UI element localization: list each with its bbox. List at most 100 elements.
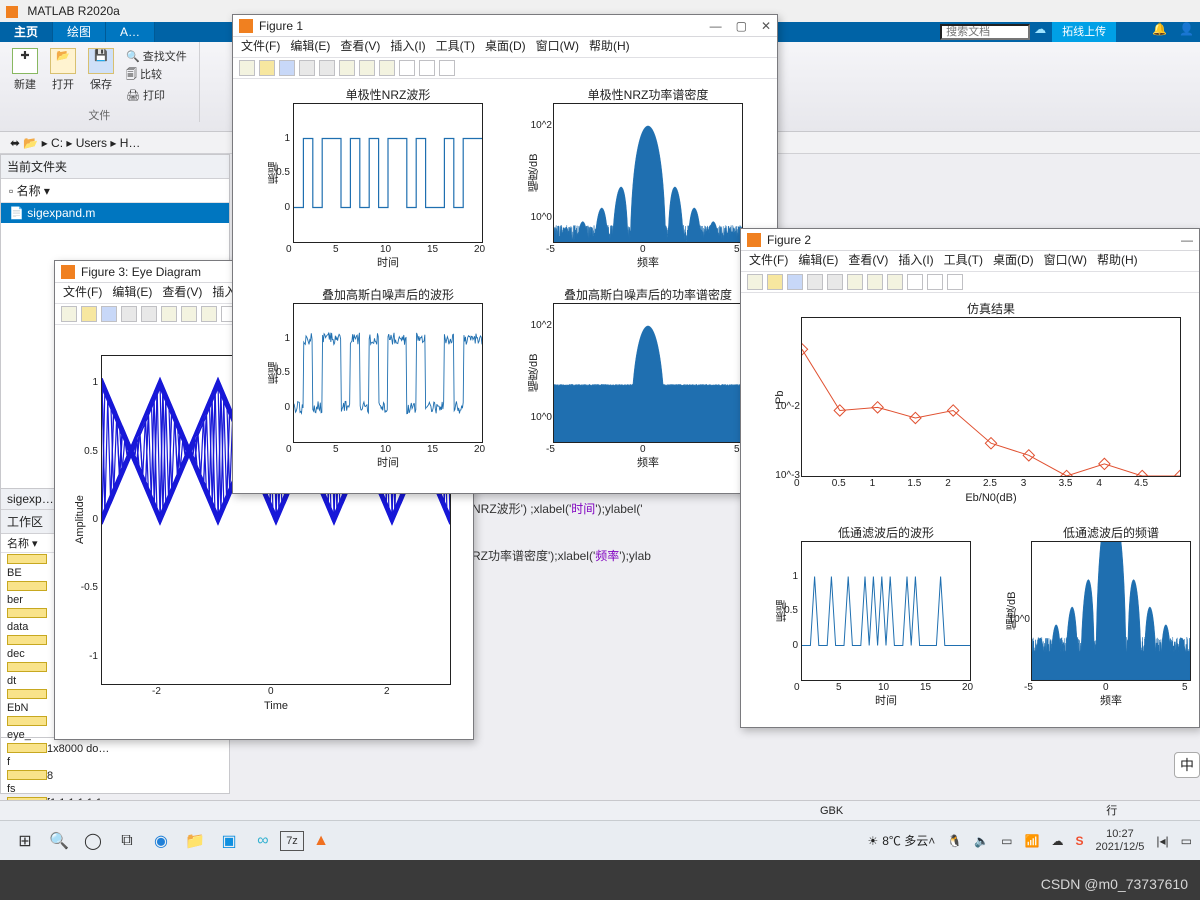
tray-app-icon[interactable]: |◂| [1156, 834, 1168, 848]
tab-home[interactable]: 主页 [0, 22, 53, 42]
menu-item[interactable]: 桌面(D) [993, 251, 1034, 271]
explorer-icon[interactable]: 📁 [178, 826, 212, 856]
menu-item[interactable]: 窗口(W) [536, 37, 579, 57]
menu-item[interactable]: 查看(V) [848, 251, 888, 271]
notification-icon[interactable]: ▭ [1181, 834, 1192, 848]
minimize-icon[interactable]: — [1181, 233, 1193, 247]
close-icon[interactable]: ✕ [761, 19, 771, 33]
menu-item[interactable]: 文件(F) [749, 251, 788, 271]
toolbar-icon[interactable] [827, 274, 843, 290]
toolbar-icon[interactable] [141, 306, 157, 322]
toolbar-icon[interactable] [399, 60, 415, 76]
start-icon[interactable]: ⊞ [8, 826, 42, 856]
toolbar-icon[interactable] [201, 306, 217, 322]
ribbon-group-label: 文件 [12, 107, 187, 123]
menu-item[interactable]: 窗口(W) [1044, 251, 1087, 271]
search-icon[interactable]: 🔍 [42, 826, 76, 856]
toolbar-icon[interactable] [259, 60, 275, 76]
toolbar-icon[interactable] [121, 306, 137, 322]
tray-volume-icon[interactable]: 🔈 [974, 834, 989, 848]
app-icon[interactable]: ∞ [246, 826, 280, 856]
tray-cloud-icon[interactable]: ☁ [1051, 834, 1063, 848]
toolbar-icon[interactable] [907, 274, 923, 290]
print-button[interactable]: 🖨 打印 [126, 87, 187, 103]
menu-item[interactable]: 帮助(H) [1097, 251, 1138, 271]
toolbar-icon[interactable] [181, 306, 197, 322]
ime-indicator[interactable]: 中 [1174, 752, 1200, 778]
toolbar-icon[interactable] [101, 306, 117, 322]
menu-item[interactable]: 查看(V) [162, 283, 202, 303]
ax21-xlabel: 时间 [294, 454, 482, 470]
notif-icon[interactable]: 🔔 [1146, 22, 1173, 42]
menu-item[interactable]: 文件(F) [63, 283, 102, 303]
toolbar-icon[interactable] [299, 60, 315, 76]
save-button[interactable]: 💾保存 [88, 46, 114, 103]
toolbar-icon[interactable] [279, 60, 295, 76]
weather-widget[interactable]: ☀8℃ 多云 [867, 832, 928, 849]
toolbar-icon[interactable] [767, 274, 783, 290]
app-icon[interactable]: ▣ [212, 826, 246, 856]
menu-item[interactable]: 工具(T) [944, 251, 983, 271]
compare-button[interactable]: 🗐 比较 [126, 66, 187, 85]
menu-item[interactable]: 编辑(E) [798, 251, 838, 271]
toolbar-icon[interactable] [747, 274, 763, 290]
tab-apps[interactable]: A… [106, 22, 155, 42]
matlab-taskbar-icon[interactable]: ▲ [304, 826, 338, 856]
toolbar-icon[interactable] [887, 274, 903, 290]
minimize-icon[interactable]: — [710, 19, 722, 33]
toolbar-icon[interactable] [379, 60, 395, 76]
menu-item[interactable]: 帮助(H) [589, 37, 630, 57]
menu-item[interactable]: 工具(T) [436, 37, 475, 57]
menu-item[interactable]: 编辑(E) [290, 37, 330, 57]
ax2b2-title: 低通滤波后的频谱 [1032, 524, 1190, 541]
toolbar-icon[interactable] [161, 306, 177, 322]
menu-item[interactable]: 编辑(E) [112, 283, 152, 303]
menu-item[interactable]: 文件(F) [241, 37, 280, 57]
tray-chevron-icon[interactable]: ˄ [928, 834, 935, 848]
cortana-icon[interactable]: ◯ [76, 826, 110, 856]
toolbar-icon[interactable] [339, 60, 355, 76]
menu-item[interactable]: 桌面(D) [485, 37, 526, 57]
tray-wifi-icon[interactable]: 📶 [1024, 834, 1039, 848]
toolbar-icon[interactable] [947, 274, 963, 290]
name-col[interactable]: 名称 ▾ [17, 184, 50, 198]
edge-icon[interactable]: ◉ [144, 826, 178, 856]
taskview-icon[interactable]: ⧉ [110, 826, 144, 856]
toolbar-icon[interactable] [81, 306, 97, 322]
workspace-row[interactable]: f1x8000 do… [1, 742, 229, 769]
toolbar-icon[interactable] [61, 306, 77, 322]
toolbar-icon[interactable] [439, 60, 455, 76]
clock[interactable]: 10:272021/12/5 [1095, 828, 1144, 854]
tray-battery-icon[interactable]: ▭ [1001, 834, 1012, 848]
figure1-window[interactable]: Figure 1 —▢✕ 文件(F)编辑(E)查看(V)插入(I)工具(T)桌面… [232, 14, 778, 494]
toolbar-icon[interactable] [419, 60, 435, 76]
new-button[interactable]: ✚新建 [12, 46, 38, 103]
figure3-title: Figure 3: Eye Diagram [81, 265, 201, 279]
toolbar-icon[interactable] [927, 274, 943, 290]
workspace-row[interactable]: fs8 [1, 769, 229, 796]
figure2-window[interactable]: Figure 2 — 文件(F)编辑(E)查看(V)插入(I)工具(T)桌面(D… [740, 228, 1200, 728]
toolbar-icon[interactable] [239, 60, 255, 76]
cloud-upload-button[interactable]: 拓线上传 [1052, 22, 1116, 42]
toolbar-icon[interactable] [319, 60, 335, 76]
sevenzip-icon[interactable]: 7z [280, 831, 304, 851]
toolbar-icon[interactable] [867, 274, 883, 290]
toolbar-icon[interactable] [359, 60, 375, 76]
user-icon[interactable]: 👤 [1173, 22, 1200, 42]
tab-plot[interactable]: 绘图 [53, 22, 106, 42]
file-row[interactable]: 📄 sigexpand.m [1, 203, 229, 223]
menu-item[interactable]: 查看(V) [340, 37, 380, 57]
tray-qq-icon[interactable]: 🐧 [947, 834, 962, 848]
toolbar-icon[interactable] [847, 274, 863, 290]
doc-search[interactable] [940, 24, 1030, 40]
maximize-icon[interactable]: ▢ [736, 19, 747, 33]
menu-item[interactable]: 插入(I) [898, 251, 933, 271]
open-button[interactable]: 📂打开 [50, 46, 76, 103]
toolbar-icon[interactable] [787, 274, 803, 290]
tray-sogou-icon[interactable]: S [1075, 834, 1083, 848]
findfiles-button[interactable]: 🔍 查找文件 [126, 48, 187, 64]
ws-name-col[interactable]: 名称 ▾ [7, 535, 47, 551]
menu-item[interactable]: 插入(I) [390, 37, 425, 57]
toolbar-icon[interactable] [807, 274, 823, 290]
windows-taskbar[interactable]: ⊞ 🔍 ◯ ⧉ ◉ 📁 ▣ ∞ 7z ▲ ☀8℃ 多云 ˄ 🐧 🔈 ▭ 📶 ☁ … [0, 820, 1200, 860]
